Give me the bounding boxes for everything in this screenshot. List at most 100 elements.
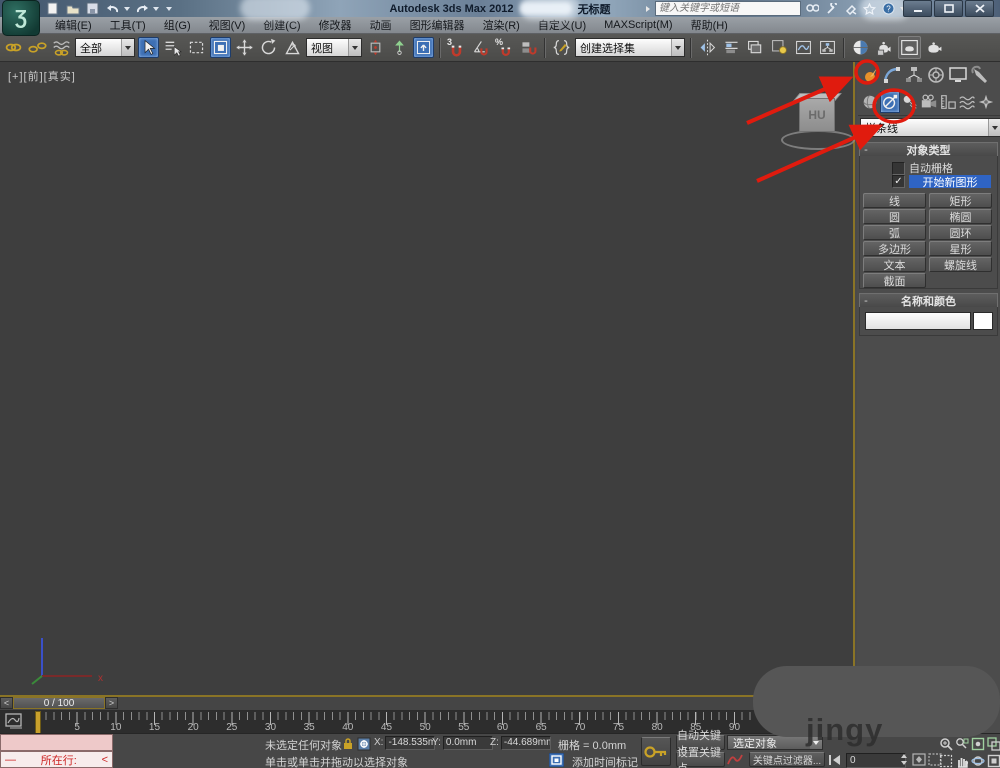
help-icon[interactable]: ? [881,2,896,16]
menu-group[interactable]: 组(G) [155,17,200,33]
shape-category-dropdown[interactable]: 样条线 [860,118,1000,137]
modify-tab-icon[interactable] [882,64,902,86]
light-lister-icon[interactable] [769,37,790,58]
shape-button-ellipse[interactable]: 椭圆 [929,209,992,224]
search-expand-icon[interactable] [646,5,650,12]
close-button[interactable] [965,0,994,17]
current-frame-marker[interactable] [35,711,41,735]
next-frame-button[interactable]: > [105,697,118,709]
shape-button-helix[interactable]: 螺旋线 [929,257,992,272]
set-keys-button[interactable] [641,737,671,766]
communication-icon[interactable] [843,2,858,16]
field-of-view-icon[interactable] [938,753,954,768]
autogrid-checkbox[interactable] [892,161,905,175]
app-logo-icon[interactable]: Ʒ [2,0,40,36]
render-production-icon[interactable] [924,37,945,58]
menu-views[interactable]: 视图(V) [200,17,255,33]
viewcube[interactable]: HU [781,92,855,150]
shape-button-line[interactable]: 线 [863,193,926,208]
favorites-icon[interactable] [862,2,877,16]
display-tab-icon[interactable] [948,64,968,86]
trackbar-ruler[interactable]: 051015202530354045505560657075808590 [32,711,757,735]
time-slider-track[interactable]: < 0 / 100 > [0,697,857,711]
layer-manager-icon[interactable] [745,37,766,58]
select-by-name-icon[interactable] [162,37,183,58]
current-frame-field[interactable]: 0 [846,753,906,768]
motion-tab-icon[interactable] [926,64,946,86]
bind-to-space-warp-icon[interactable] [51,37,72,58]
shape-button-ngon[interactable]: 多边形 [863,241,926,256]
selection-lock-icon[interactable] [340,736,356,751]
new-file-icon[interactable] [44,2,61,16]
shape-button-circle[interactable]: 圆 [863,209,926,224]
search-icon[interactable] [805,2,820,16]
zoom-all-icon[interactable] [954,736,970,751]
key-filters-button[interactable]: 关键点过滤器... [749,752,825,767]
add-time-tag-text[interactable]: 添加时间标记 [572,754,638,768]
menu-graph-editors[interactable]: 图形编辑器 [401,17,474,33]
menu-modifiers[interactable]: 修改器 [310,17,361,33]
zoom-extents-icon[interactable] [970,736,986,751]
shape-button-donut[interactable]: 圆环 [929,225,992,240]
select-and-manipulate-icon[interactable] [389,37,410,58]
percent-snap-icon[interactable]: % [494,37,515,58]
select-and-rotate-icon[interactable] [258,37,279,58]
keyboard-shortcut-override-icon[interactable] [413,37,434,58]
helpers-category-icon[interactable] [939,91,957,113]
dropdown-arrow-icon[interactable] [671,39,684,56]
set-key-button[interactable]: 设置关键点 [676,747,725,768]
select-and-move-icon[interactable] [234,37,255,58]
redo-icon[interactable] [133,2,150,16]
open-mini-curve-editor-icon[interactable] [5,713,29,731]
absolute-offset-toggle-icon[interactable] [356,736,372,751]
systems-category-icon[interactable] [977,91,995,113]
create-tab-icon[interactable] [860,64,880,86]
viewport-label[interactable]: [+][前][真实] [8,68,76,84]
shape-button-arc[interactable]: 弧 [863,225,926,240]
object-name-input[interactable] [865,312,971,330]
track-bar[interactable]: 051015202530354045505560657075808590 [0,711,857,735]
collapse-icon[interactable]: - [860,144,872,156]
spinner-snap-icon[interactable] [518,37,539,58]
named-selection-dropdown[interactable]: 创建选择集 [575,38,685,57]
listener-expand-arrow[interactable]: < [102,754,108,766]
new-key-curve-icon[interactable] [727,752,743,767]
redo-dropdown-icon[interactable] [153,6,159,11]
utilities-tab-icon[interactable] [970,64,990,86]
maximize-button[interactable] [934,0,963,17]
object-color-swatch[interactable] [973,312,993,330]
pan-hand-icon[interactable] [954,753,970,768]
subscription-icon[interactable] [824,2,839,16]
collapse-icon[interactable]: - [860,295,872,307]
maximize-viewport-toggle-icon[interactable] [986,753,1000,768]
viewport-front[interactable]: [+][前][真实] HU x [0,62,855,695]
space-warps-category-icon[interactable] [958,91,976,113]
start-new-shape-checkbox[interactable]: ✓ [892,175,905,188]
rendered-frame-window-icon[interactable] [898,36,921,59]
zoom-extents-all-icon[interactable] [986,736,1000,751]
align-icon[interactable] [721,37,742,58]
key-mode-toggle-icon[interactable] [911,752,927,767]
window-crossing-toggle-icon[interactable] [210,37,231,58]
mirror-icon[interactable] [697,37,718,58]
menu-help[interactable]: 帮助(H) [682,17,737,33]
menu-rendering[interactable]: 渲染(R) [474,17,529,33]
maxscript-mini-listener[interactable] [0,734,113,751]
minimize-button[interactable] [903,0,932,17]
edit-named-selection-sets-icon[interactable] [551,37,572,58]
shape-button-rectangle[interactable]: 矩形 [929,193,992,208]
x-value-field[interactable]: -148.535mm [385,735,436,750]
dropdown-arrow-icon[interactable] [121,39,134,56]
hierarchy-tab-icon[interactable] [904,64,924,86]
y-value-field[interactable]: 0.0mm [442,735,493,750]
lights-category-icon[interactable] [901,91,919,113]
select-and-scale-icon[interactable] [282,37,303,58]
snap-toggle-3d-icon[interactable]: 3 [446,37,467,58]
unlink-icon[interactable] [27,37,48,58]
save-icon[interactable] [84,2,101,16]
dropdown-arrow-icon[interactable] [988,119,1000,136]
viewcube-front-face[interactable]: HU [799,98,835,132]
select-object-icon[interactable] [138,37,159,58]
menu-tools[interactable]: 工具(T) [101,17,155,33]
dropdown-arrow-icon[interactable] [348,39,361,56]
